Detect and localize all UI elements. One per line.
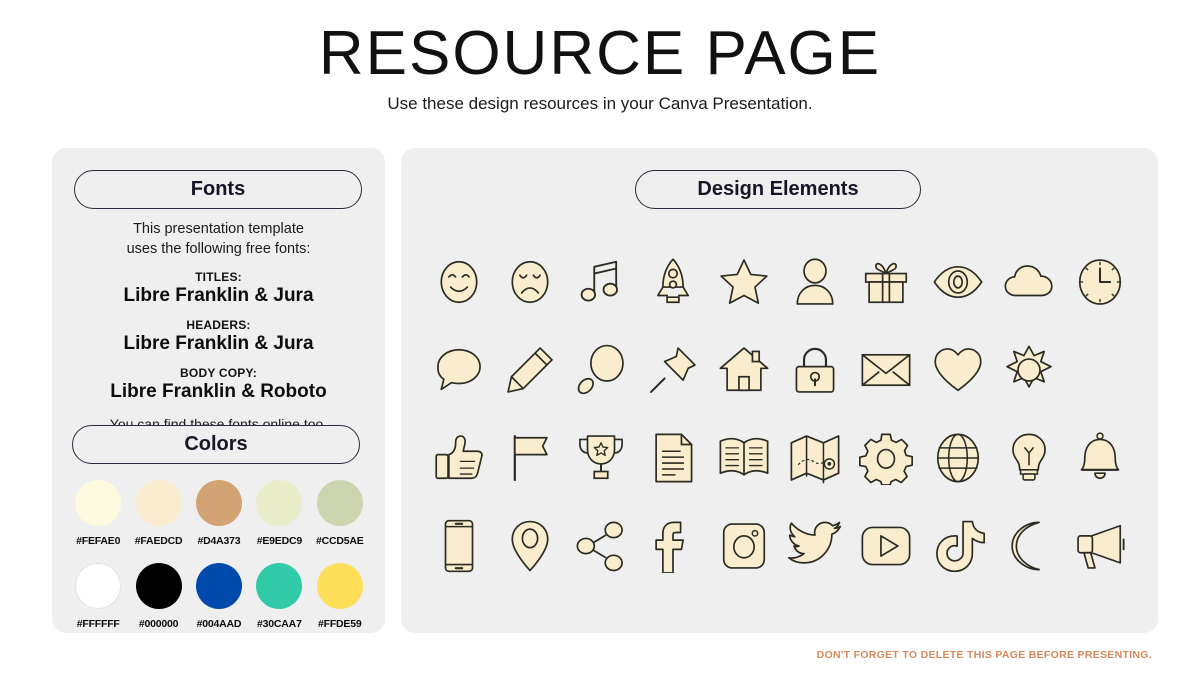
star-icon[interactable] bbox=[713, 251, 775, 313]
color-swatch-hex-label: #E9EDC9 bbox=[256, 535, 303, 547]
font-group-titles: TITLES: Libre Franklin & Jura bbox=[52, 270, 385, 307]
page-title: RESOURCE PAGE bbox=[318, 19, 882, 88]
colors-heading-pill: Colors bbox=[72, 425, 360, 464]
megaphone-icon[interactable] bbox=[1069, 515, 1131, 577]
design-elements-heading-label: Design Elements bbox=[697, 178, 859, 200]
fonts-heading-pill: Fonts bbox=[74, 170, 362, 209]
design-elements-icon-grid bbox=[423, 238, 1136, 590]
rocket-icon[interactable] bbox=[642, 251, 704, 313]
font-group-body-copy: BODY COPY: Libre Franklin & Roboto bbox=[52, 366, 385, 403]
gift-icon[interactable] bbox=[855, 251, 917, 313]
twitter-icon[interactable] bbox=[784, 515, 846, 577]
font-group-titles-value: Libre Franklin & Jura bbox=[123, 285, 314, 307]
clock-icon[interactable] bbox=[1069, 251, 1131, 313]
color-swatch-dot bbox=[135, 480, 182, 526]
color-swatch-hex-label: #004AAD bbox=[196, 618, 242, 630]
sun-icon[interactable] bbox=[998, 339, 1060, 401]
color-swatch-hex-label: #30CAA7 bbox=[257, 618, 302, 630]
color-swatch[interactable]: #CCD5AE bbox=[310, 480, 370, 547]
color-swatch[interactable]: #FFFFFF bbox=[68, 563, 128, 630]
pushpin-icon[interactable] bbox=[642, 339, 704, 401]
document-icon[interactable] bbox=[642, 427, 704, 489]
fonts-body: This presentation template uses the foll… bbox=[52, 220, 385, 432]
color-swatch-dot bbox=[195, 563, 242, 609]
house-icon[interactable] bbox=[713, 339, 775, 401]
person-icon[interactable] bbox=[784, 251, 846, 313]
bell-icon[interactable] bbox=[1069, 427, 1131, 489]
colors-heading-label: Colors bbox=[184, 433, 248, 455]
color-swatch[interactable]: #004AAD bbox=[189, 563, 249, 630]
color-swatch[interactable]: #D4A373 bbox=[189, 480, 249, 547]
tiktok-icon[interactable] bbox=[927, 515, 989, 577]
design-elements-heading-pill: Design Elements bbox=[635, 170, 921, 209]
color-swatch-row-1: #FEFAE0 #FAEDCD #D4A373 #E9EDC9 #CCD5AE bbox=[68, 480, 370, 547]
map-icon[interactable] bbox=[784, 427, 846, 489]
magnifying-glass-icon[interactable] bbox=[570, 339, 632, 401]
music-note-icon[interactable] bbox=[570, 251, 632, 313]
color-swatch-dot bbox=[316, 563, 363, 609]
font-group-body-copy-kicker: BODY COPY: bbox=[180, 366, 257, 381]
fonts-intro-line-1: This presentation template bbox=[133, 221, 304, 237]
flag-icon[interactable] bbox=[499, 427, 561, 489]
book-icon[interactable] bbox=[713, 427, 775, 489]
font-group-headers: HEADERS: Libre Franklin & Jura bbox=[52, 318, 385, 355]
design-elements-panel: Design Elements bbox=[401, 148, 1158, 633]
color-swatch-row-2: #FFFFFF #000000 #004AAD #30CAA7 #FFDE59 bbox=[68, 563, 370, 630]
delete-page-reminder: DON'T FORGET TO DELETE THIS PAGE BEFORE … bbox=[816, 649, 1152, 661]
smiley-face-icon[interactable] bbox=[428, 251, 490, 313]
share-icon[interactable] bbox=[570, 515, 632, 577]
speech-bubble-icon[interactable] bbox=[428, 339, 490, 401]
youtube-icon[interactable] bbox=[855, 515, 917, 577]
color-swatch[interactable]: #30CAA7 bbox=[249, 563, 309, 630]
font-group-headers-value: Libre Franklin & Jura bbox=[123, 333, 314, 355]
color-swatch-dot bbox=[135, 563, 182, 609]
gear-icon[interactable] bbox=[855, 427, 917, 489]
heart-icon[interactable] bbox=[927, 339, 989, 401]
fonts-intro-line-2: uses the following free fonts: bbox=[126, 240, 311, 257]
color-swatch-dot bbox=[256, 563, 303, 609]
cloud-icon[interactable] bbox=[998, 251, 1060, 313]
color-swatch-hex-label: #FAEDCD bbox=[134, 535, 183, 547]
pencil-icon[interactable] bbox=[499, 339, 561, 401]
color-swatch[interactable]: #000000 bbox=[128, 563, 188, 630]
color-swatch[interactable]: #FAEDCD bbox=[128, 480, 188, 547]
trophy-icon[interactable] bbox=[570, 427, 632, 489]
thumbs-up-icon[interactable] bbox=[428, 427, 490, 489]
location-pin-icon[interactable] bbox=[499, 515, 561, 577]
color-swatch-dot bbox=[75, 563, 122, 609]
moon-icon[interactable] bbox=[998, 515, 1060, 577]
facebook-icon[interactable] bbox=[642, 515, 704, 577]
color-swatch[interactable]: #FFDE59 bbox=[310, 563, 370, 630]
globe-icon[interactable] bbox=[927, 427, 989, 489]
color-swatch-dot bbox=[75, 480, 122, 526]
color-swatch-hex-label: #CCD5AE bbox=[315, 535, 364, 547]
color-swatch-dot bbox=[256, 480, 303, 526]
color-swatch-hex-label: #000000 bbox=[138, 618, 179, 630]
color-swatch-hex-label: #D4A373 bbox=[197, 535, 241, 547]
font-group-body-copy-value: Libre Franklin & Roboto bbox=[110, 381, 327, 403]
page-subtitle: Use these design resources in your Canva… bbox=[387, 94, 813, 113]
color-swatch-dot bbox=[195, 480, 242, 526]
color-swatch-hex-label: #FFFFFF bbox=[76, 618, 120, 630]
font-group-headers-kicker: HEADERS: bbox=[186, 318, 251, 333]
lock-icon[interactable] bbox=[784, 339, 846, 401]
instagram-icon[interactable] bbox=[713, 515, 775, 577]
fonts-and-colors-panel: Fonts This presentation template uses th… bbox=[52, 148, 385, 633]
fonts-heading-label: Fonts bbox=[190, 178, 246, 200]
color-swatch[interactable]: #E9EDC9 bbox=[249, 480, 309, 547]
eye-icon[interactable] bbox=[927, 251, 989, 313]
sad-face-icon[interactable] bbox=[499, 251, 561, 313]
lightbulb-icon[interactable] bbox=[998, 427, 1060, 489]
color-swatch-dot bbox=[316, 480, 363, 526]
phone-icon[interactable] bbox=[428, 515, 490, 577]
font-group-titles-kicker: TITLES: bbox=[195, 270, 242, 285]
fonts-intro: This presentation template uses the foll… bbox=[52, 220, 385, 259]
resource-page-slide: RESOURCE PAGE Use these design resources… bbox=[0, 0, 1200, 675]
color-swatch-hex-label: #FEFAE0 bbox=[76, 535, 121, 547]
envelope-icon[interactable] bbox=[855, 339, 917, 401]
color-swatch-hex-label: #FFDE59 bbox=[317, 618, 362, 630]
color-swatch[interactable]: #FEFAE0 bbox=[68, 480, 128, 547]
